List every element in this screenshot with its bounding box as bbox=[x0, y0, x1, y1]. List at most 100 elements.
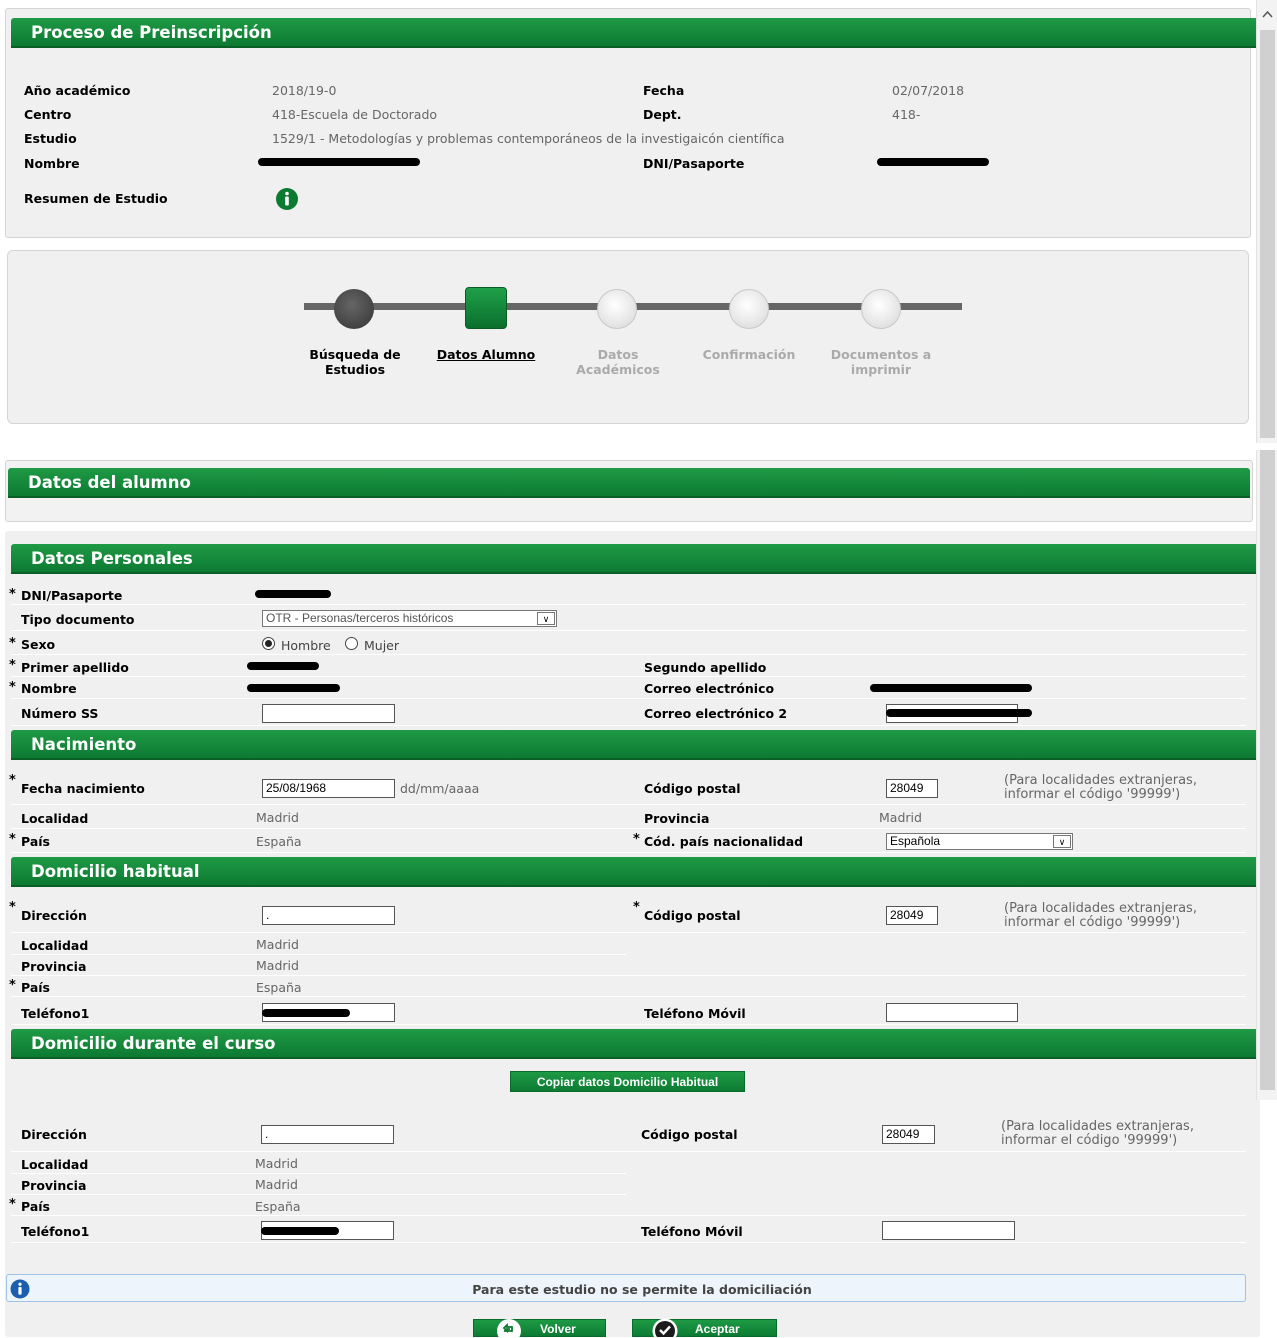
telefono-curso-redacted bbox=[261, 1227, 339, 1235]
direccion-curso-label: Dirección bbox=[21, 1127, 87, 1142]
scrollbar-thumb[interactable] bbox=[1260, 30, 1275, 438]
pais-nac-label: País bbox=[21, 834, 50, 849]
scrollbar-bottom[interactable] bbox=[1256, 450, 1277, 1100]
direccion-hab-input[interactable]: . bbox=[262, 906, 395, 925]
fecha-nacimiento-input[interactable]: 25/08/1968 bbox=[262, 779, 395, 798]
correo2-label: Correo electrónico 2 bbox=[644, 706, 788, 721]
volver-label: Volver bbox=[540, 1322, 576, 1336]
nacionalidad-value: Española bbox=[890, 834, 941, 848]
cp-hab-value: 28049 bbox=[890, 908, 924, 922]
pais-hab-value: España bbox=[256, 980, 302, 995]
tipo-documento-value: OTR - Personas/terceros históricos bbox=[266, 611, 454, 625]
estudio-value: 1529/1 - Metodologías y problemas contem… bbox=[272, 131, 785, 146]
sexo-hombre-radio[interactable] bbox=[262, 637, 275, 650]
centro-value: 418-Escuela de Doctorado bbox=[272, 107, 438, 122]
fecha-nacimiento-value: 25/08/1968 bbox=[266, 781, 327, 795]
direccion-curso-input[interactable]: . bbox=[261, 1125, 394, 1144]
row-provincia-hab bbox=[11, 956, 1246, 976]
nacionalidad-select[interactable]: Española ∨ bbox=[886, 833, 1073, 850]
row-dni bbox=[11, 585, 1246, 605]
sexo-mujer-radio[interactable] bbox=[345, 637, 358, 650]
cp-nac-note: (Para localidades extranjeras, informar … bbox=[1004, 773, 1197, 802]
cp-nac-input[interactable]: 28049 bbox=[886, 779, 938, 798]
row-sexo bbox=[11, 633, 1246, 655]
dni-label: DNI/Pasaporte bbox=[643, 156, 745, 171]
step-2-label[interactable]: Datos Alumno bbox=[426, 347, 546, 362]
nombre-field-redacted bbox=[247, 684, 340, 692]
movil-curso-label: Teléfono Móvil bbox=[641, 1224, 743, 1239]
step-2-marker[interactable] bbox=[465, 287, 507, 329]
provincia-hab-value: Madrid bbox=[256, 958, 299, 973]
step-3-marker[interactable] bbox=[597, 289, 637, 329]
volver-button[interactable]: Volver bbox=[473, 1319, 606, 1337]
cp-nac-value: 28049 bbox=[890, 781, 924, 795]
cp-curso-input[interactable]: 28049 bbox=[882, 1125, 935, 1144]
row-numss bbox=[11, 701, 1246, 726]
numss-input[interactable] bbox=[262, 704, 395, 723]
movil-hab-input[interactable] bbox=[886, 1003, 1018, 1022]
cp-curso-value: 28049 bbox=[886, 1127, 920, 1141]
info-icon[interactable] bbox=[275, 187, 299, 211]
scrollbar-thumb-2[interactable] bbox=[1260, 450, 1275, 1090]
dni-pasaporte-label: DNI/Pasaporte bbox=[21, 588, 123, 603]
personales-title: Datos Personales bbox=[31, 549, 193, 568]
dept-label: Dept. bbox=[643, 107, 682, 122]
anio-label: Año académico bbox=[24, 83, 131, 98]
cp-curso-label: Código postal bbox=[641, 1127, 738, 1142]
alumno-header: Datos del alumno bbox=[8, 468, 1250, 498]
centro-label: Centro bbox=[24, 107, 72, 122]
row-telefono-curso bbox=[11, 1217, 1246, 1243]
info-message-text: Para este estudio no se permite la domic… bbox=[472, 1282, 812, 1297]
scrollbar-top[interactable] bbox=[1256, 0, 1277, 443]
provincia-nac-value: Madrid bbox=[879, 810, 922, 825]
step-1-marker[interactable] bbox=[334, 289, 374, 329]
direccion-hab-label: Dirección bbox=[21, 908, 87, 923]
step-4-marker[interactable] bbox=[729, 289, 769, 329]
numss-label: Número SS bbox=[21, 706, 99, 721]
alumno-title: Datos del alumno bbox=[28, 473, 191, 492]
movil-curso-input[interactable] bbox=[882, 1221, 1015, 1240]
row-tipo bbox=[11, 607, 1246, 631]
chevron-down-icon: ∨ bbox=[537, 612, 555, 625]
preinscripcion-header: Proceso de Preinscripción bbox=[11, 18, 1272, 48]
aceptar-label: Aceptar bbox=[695, 1322, 740, 1336]
copiar-domicilio-button[interactable]: Copiar datos Domicilio Habitual bbox=[510, 1071, 745, 1092]
cp-hab-input[interactable]: 28049 bbox=[886, 906, 938, 925]
step-4-label[interactable]: Confirmación bbox=[694, 347, 804, 362]
curso-title: Domicilio durante el curso bbox=[31, 1034, 276, 1053]
dept-value: 418- bbox=[892, 107, 921, 122]
page-title: Proceso de Preinscripción bbox=[31, 23, 272, 42]
step-5-label[interactable]: Documentos a imprimir bbox=[822, 347, 940, 377]
row-localidad-hab bbox=[11, 935, 626, 955]
correo2-redacted bbox=[886, 709, 1032, 717]
row-localidad-curso bbox=[11, 1153, 626, 1174]
required-mark: * bbox=[9, 900, 16, 915]
step-3-label[interactable]: Datos Académicos bbox=[568, 347, 668, 377]
telefono-hab-redacted bbox=[262, 1009, 350, 1017]
pais-curso-label: País bbox=[21, 1199, 50, 1214]
provincia-nac-label: Provincia bbox=[644, 811, 710, 826]
sexo-label: Sexo bbox=[21, 637, 56, 652]
tipo-documento-select[interactable]: OTR - Personas/terceros históricos ∨ bbox=[262, 610, 557, 627]
fecha-nacimiento-label: Fecha nacimiento bbox=[21, 781, 145, 796]
check-icon bbox=[652, 1318, 678, 1337]
step-5-marker[interactable] bbox=[861, 289, 901, 329]
provincia-hab-label: Provincia bbox=[21, 959, 87, 974]
telefono-hab-label: Teléfono1 bbox=[21, 1006, 90, 1021]
row-localidad-nac bbox=[11, 807, 1246, 829]
telefono-curso-label: Teléfono1 bbox=[21, 1224, 90, 1239]
dni-redacted bbox=[877, 158, 989, 166]
nombre-redacted bbox=[258, 158, 420, 166]
required-mark: * bbox=[9, 978, 16, 993]
correo-label: Correo electrónico bbox=[644, 681, 775, 696]
primer-apellido-redacted bbox=[247, 662, 319, 670]
habitual-title: Domicilio habitual bbox=[31, 862, 200, 881]
back-icon bbox=[497, 1319, 521, 1337]
scroll-up-icon[interactable] bbox=[1262, 10, 1273, 18]
provincia-curso-label: Provincia bbox=[21, 1178, 87, 1193]
sexo-mujer-label: Mujer bbox=[364, 638, 400, 653]
dni-pasaporte-redacted bbox=[255, 590, 331, 598]
required-mark: * bbox=[9, 658, 16, 673]
step-1-label[interactable]: Búsqueda de Estudios bbox=[300, 347, 410, 377]
steps-panel bbox=[7, 250, 1249, 424]
